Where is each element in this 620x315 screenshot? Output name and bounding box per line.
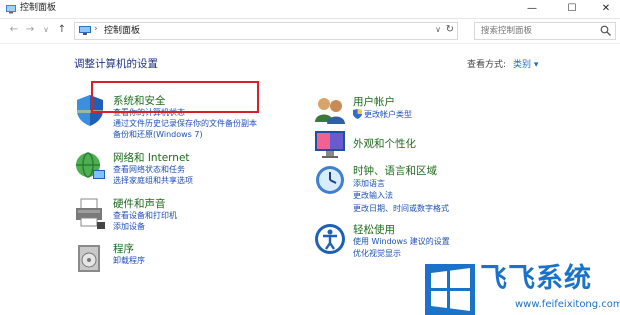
link-uninstall-program[interactable]: 卸载程序 xyxy=(113,255,145,266)
refresh-button[interactable]: ↻ xyxy=(446,24,454,35)
watermark: 飞飞系统 www.feifeixitong.com xyxy=(425,264,620,315)
back-button[interactable]: ← xyxy=(8,24,20,36)
up-button[interactable]: ↑ xyxy=(56,24,68,36)
address-dropdown-button[interactable]: ∨ xyxy=(435,25,441,34)
close-button[interactable]: ✕ xyxy=(592,0,620,18)
navigation-bar: ← → ∨ ↑ › 控制面板 ∨ ↻ 搜索控制面板 xyxy=(0,19,620,44)
category-hardware-sound: 硬件和声音 查看设备和打印机 添加设备 xyxy=(73,196,273,236)
category-title-user-accounts[interactable]: 用户帐户 xyxy=(353,94,395,109)
link-add-language[interactable]: 添加语言 xyxy=(353,178,385,189)
category-title-clock-language-region[interactable]: 时钟、语言和区域 xyxy=(353,163,437,178)
link-change-account-type[interactable]: 更改帐户类型 xyxy=(364,109,412,120)
category-user-accounts: 用户帐户 更改帐户类型 xyxy=(313,94,513,124)
link-change-input-method[interactable]: 更改输入法 xyxy=(353,190,393,201)
category-programs: 程序 卸载程序 xyxy=(73,241,273,277)
category-appearance-personalization: 外观和个性化 xyxy=(313,128,513,164)
control-panel-icon xyxy=(79,26,91,35)
link-view-network-status[interactable]: 查看网络状态和任务 xyxy=(113,164,185,175)
maximize-button[interactable]: ☐ xyxy=(558,0,586,18)
windows-logo-icon xyxy=(425,264,475,315)
link-change-date-time-format[interactable]: 更改日期、时间或数字格式 xyxy=(353,203,449,214)
link-add-device[interactable]: 添加设备 xyxy=(113,221,145,232)
recent-locations-button[interactable]: ∨ xyxy=(40,24,52,36)
clock-globe-icon[interactable] xyxy=(313,163,347,197)
network-globe-icon[interactable] xyxy=(73,150,107,184)
highlight-box xyxy=(91,81,259,113)
view-by-dropdown[interactable]: 类别 ▾ xyxy=(513,57,538,70)
search-box[interactable]: 搜索控制面板 xyxy=(474,22,616,40)
breadcrumb-control-panel[interactable]: 控制面板 xyxy=(104,25,140,37)
breadcrumb-separator: › xyxy=(94,24,98,34)
category-network-internet: 网络和 Internet 查看网络状态和任务 选择家庭组和共享选项 xyxy=(73,150,273,190)
personalization-icon[interactable] xyxy=(313,128,347,162)
address-bar[interactable]: › 控制面板 ∨ ↻ xyxy=(74,22,458,40)
title-bar: 控制面板 — ☐ ✕ xyxy=(0,0,620,19)
link-devices-printers[interactable]: 查看设备和打印机 xyxy=(113,210,177,221)
category-title-ease-of-access[interactable]: 轻松使用 xyxy=(353,222,395,237)
category-ease-of-access: 轻松使用 使用 Windows 建议的设置 优化视觉显示 xyxy=(313,222,513,262)
forward-button[interactable]: → xyxy=(24,24,36,36)
link-homegroup-sharing[interactable]: 选择家庭组和共享选项 xyxy=(113,175,193,186)
window-title: 控制面板 xyxy=(20,3,57,13)
search-icon[interactable] xyxy=(600,25,611,36)
search-placeholder: 搜索控制面板 xyxy=(481,26,533,36)
category-title-programs[interactable]: 程序 xyxy=(113,241,134,256)
programs-icon[interactable] xyxy=(73,241,107,275)
link-file-history-backup[interactable]: 通过文件历史记录保存你的文件备份副本 xyxy=(113,118,257,129)
uac-shield-icon xyxy=(353,109,362,119)
link-optimize-visual-display[interactable]: 优化视觉显示 xyxy=(353,248,401,259)
watermark-url: www.feifeixitong.com xyxy=(515,299,620,310)
category-clock-language-region: 时钟、语言和区域 添加语言 更改输入法 更改日期、时间或数字格式 xyxy=(313,163,513,215)
minimize-button[interactable]: — xyxy=(518,0,546,18)
link-backup-restore[interactable]: 备份和还原(Windows 7) xyxy=(113,129,203,140)
link-use-recommended-settings[interactable]: 使用 Windows 建议的设置 xyxy=(353,236,450,247)
page-heading: 调整计算机的设置 xyxy=(74,58,158,70)
users-icon[interactable] xyxy=(313,94,347,128)
watermark-brand: 飞飞系统 xyxy=(480,263,592,294)
ease-of-access-icon[interactable] xyxy=(313,222,347,256)
category-title-appearance[interactable]: 外观和个性化 xyxy=(353,136,416,151)
category-title-network-internet[interactable]: 网络和 Internet xyxy=(113,150,190,165)
control-panel-icon xyxy=(6,5,16,14)
view-by-label: 查看方式: xyxy=(467,60,507,70)
printer-icon[interactable] xyxy=(73,196,107,230)
category-title-hardware-sound[interactable]: 硬件和声音 xyxy=(113,196,166,211)
